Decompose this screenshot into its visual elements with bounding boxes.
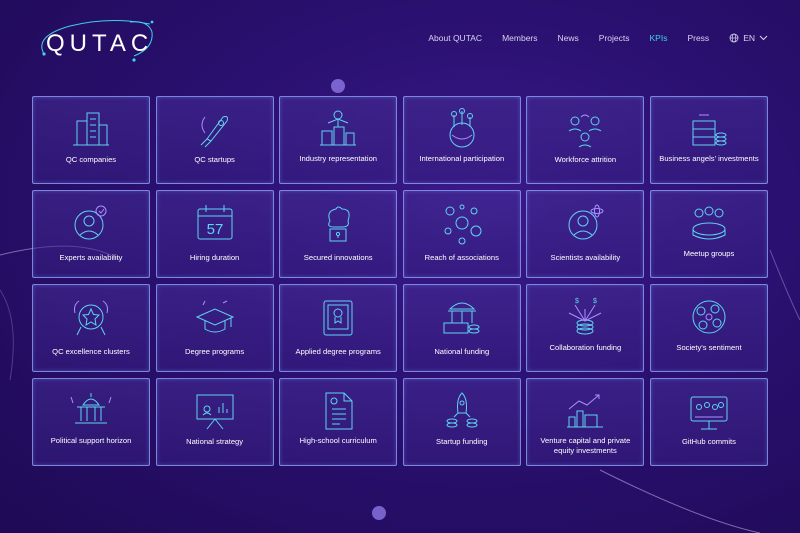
- government-coins-icon: [443, 302, 480, 334]
- kpi-card-label: Degree programs: [185, 347, 245, 356]
- globe-pins-icon: [449, 108, 475, 148]
- kpi-card-label: GitHub commits: [681, 437, 736, 446]
- kpi-card-hiring-duration[interactable]: 57 Hiring duration: [155, 190, 274, 278]
- kpi-card-international-participation[interactable]: International participation: [402, 96, 521, 184]
- kpi-card-reach-of-associations[interactable]: Reach of associations: [402, 190, 521, 278]
- kpi-card-label: Workforce attrition: [554, 155, 617, 164]
- kpi-card-label: International participation: [419, 154, 505, 163]
- kpi-card-qc-companies[interactable]: QC companies: [32, 96, 150, 184]
- people-cycle-icon: [569, 114, 602, 148]
- language-label: EN: [743, 33, 755, 43]
- kpi-card-label: National strategy: [186, 437, 244, 446]
- kpi-card-business-angels[interactable]: Business angels' investments: [649, 96, 768, 184]
- dollar-fountain-icon: $ $: [569, 298, 602, 335]
- emotions-icon: [692, 300, 726, 334]
- kpi-card-label: Industry representation: [299, 154, 378, 163]
- capitol-icon: [70, 393, 112, 424]
- document-icon: [325, 392, 353, 430]
- star-badge-icon: [74, 300, 108, 336]
- kpi-card-label: QC excellence clusters: [52, 347, 130, 356]
- chevron-down-icon: [759, 35, 768, 41]
- kpi-card-secured-innovations[interactable]: Secured innovations: [279, 190, 398, 278]
- scientist-icon: [568, 204, 604, 240]
- kpi-card-label: Secured innovations: [303, 253, 373, 262]
- nav-members[interactable]: Members: [502, 33, 537, 43]
- calendar-icon: 57: [197, 205, 233, 240]
- main-nav: About QUTAC Members News Projects KPIs P…: [408, 33, 768, 43]
- vc-chart-icon: [567, 394, 604, 428]
- language-selector[interactable]: EN: [729, 33, 768, 43]
- kpi-card-qc-excellence-clusters[interactable]: QC excellence clusters: [32, 284, 150, 372]
- certificate-icon: [323, 300, 353, 336]
- meetup-icon: [692, 206, 726, 240]
- kpi-card-industry-representation[interactable]: Industry representation: [279, 96, 398, 184]
- kpi-card-label: QC startups: [194, 155, 235, 164]
- kpi-card-label: National funding: [434, 347, 490, 356]
- kpi-card-societys-sentiment[interactable]: Society's sentiment: [649, 284, 768, 372]
- kpi-card-label: Meetup groups: [683, 249, 735, 258]
- nav-about[interactable]: About QUTAC: [428, 33, 482, 43]
- site-header: QUTAC About QUTAC Members News Projects …: [0, 0, 800, 80]
- kpi-card-national-strategy[interactable]: National strategy: [155, 378, 274, 466]
- globe-icon: [729, 33, 739, 43]
- graduation-cap-icon: [195, 300, 234, 333]
- rocket-icon: [200, 116, 228, 148]
- kpi-card-label: QC companies: [65, 155, 117, 164]
- kpi-card-label: Scientists availability: [550, 253, 621, 262]
- kpi-card-label: Hiring duration: [189, 253, 240, 262]
- kpi-card-scientists-availability[interactable]: Scientists availability: [526, 190, 645, 278]
- kpi-card-national-funding[interactable]: National funding: [402, 284, 521, 372]
- buildings-icon: [73, 112, 109, 146]
- kpi-card-label: Startup funding: [436, 437, 488, 446]
- kpi-card-experts-availability[interactable]: Experts availability: [32, 190, 150, 278]
- github-board-icon: [690, 396, 728, 430]
- svg-text:$: $: [593, 298, 597, 305]
- rocket-coins-icon: [446, 392, 478, 428]
- kpi-card-label: High-school curriculum: [299, 436, 377, 445]
- nav-news[interactable]: News: [558, 33, 579, 43]
- kpi-card-label: Political support horizon: [50, 436, 132, 445]
- kpi-card-collaboration-funding[interactable]: $ $ Collaboration funding: [526, 284, 645, 372]
- svg-text:$: $: [575, 298, 579, 305]
- kpi-card-meetup-groups[interactable]: Meetup groups: [649, 190, 768, 278]
- kpi-card-degree-programs[interactable]: Degree programs: [155, 284, 274, 372]
- nav-press[interactable]: Press: [687, 33, 709, 43]
- factory-icon: [320, 110, 357, 146]
- kpi-card-applied-degree-programs[interactable]: Applied degree programs: [279, 284, 398, 372]
- kpi-card-github-commits[interactable]: GitHub commits: [649, 378, 768, 466]
- brain-lock-icon: [328, 206, 350, 242]
- kpi-grid: QC companies QC startups Industry repres…: [32, 96, 768, 466]
- qutac-logo[interactable]: QUTAC: [30, 18, 160, 66]
- kpi-card-label: Reach of associations: [424, 253, 499, 262]
- nav-kpis[interactable]: KPIs: [650, 33, 668, 43]
- kpi-card-label: Applied degree programs: [295, 347, 381, 356]
- presentation-icon: [196, 394, 234, 430]
- kpi-card-high-school-curriculum[interactable]: High-school curriculum: [279, 378, 398, 466]
- calendar-number: 57: [206, 221, 223, 238]
- kpi-card-label: Business angels' investments: [659, 154, 759, 163]
- logo-text: QUTAC: [46, 30, 154, 57]
- kpi-card-label: Collaboration funding: [549, 343, 622, 352]
- kpi-card-label: Society's sentiment: [676, 343, 742, 352]
- money-stack-icon: [692, 114, 727, 146]
- kpi-card-workforce-attrition[interactable]: Workforce attrition: [526, 96, 645, 184]
- network-icon: [444, 204, 482, 245]
- kpi-card-political-support[interactable]: Political support horizon: [32, 378, 150, 466]
- kpi-card-startup-funding[interactable]: Startup funding: [402, 378, 521, 466]
- kpi-card-qc-startups[interactable]: QC startups: [155, 96, 274, 184]
- nav-projects[interactable]: Projects: [599, 33, 630, 43]
- kpi-card-label: Venture capital and private equity inves…: [540, 436, 631, 455]
- kpi-card-label: Experts availability: [59, 253, 123, 262]
- kpi-card-venture-capital[interactable]: Venture capital and private equity inves…: [526, 378, 645, 466]
- expert-icon: [74, 205, 107, 240]
